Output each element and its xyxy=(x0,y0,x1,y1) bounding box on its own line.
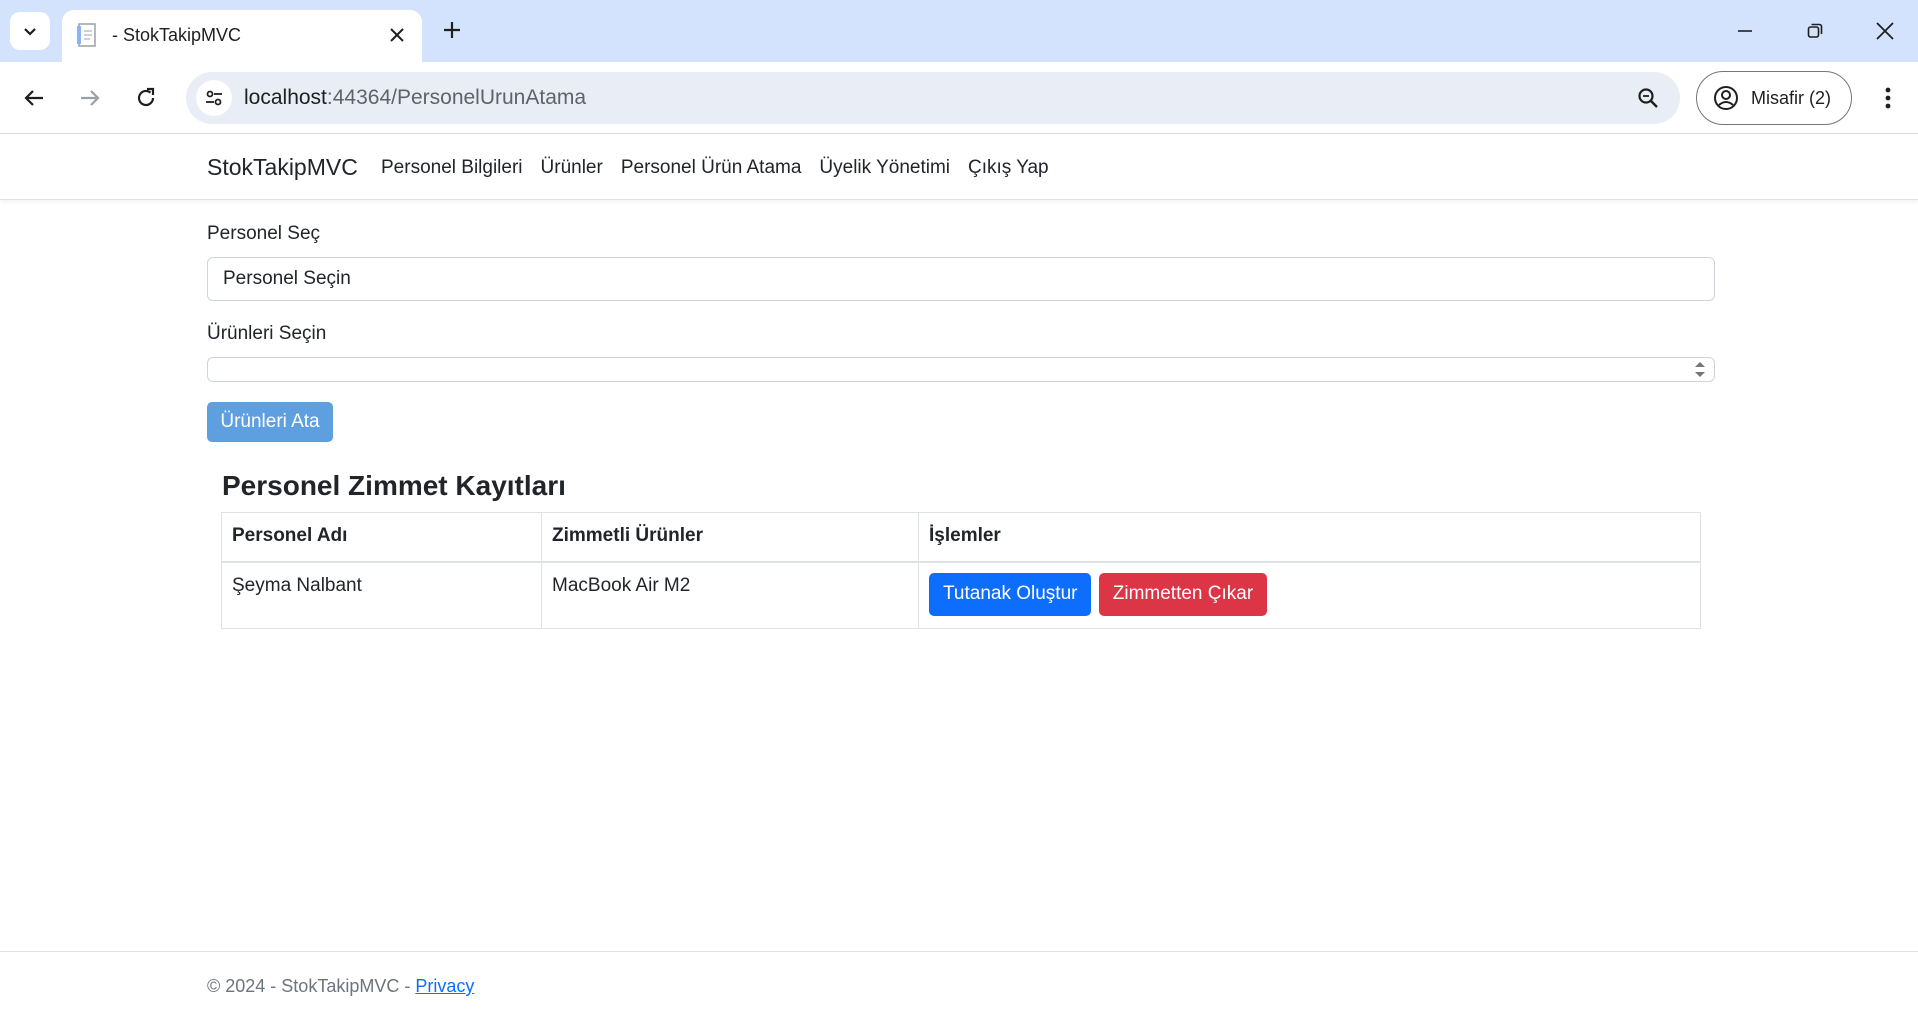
column-header-personel: Personel Adı xyxy=(221,512,542,563)
records-title: Personel Zimmet Kayıtları xyxy=(222,470,566,501)
nav-links: Personel Bilgileri Ürünler Personel Ürün… xyxy=(381,157,1049,179)
page: StokTakipMVC Personel Bilgileri Ürünler … xyxy=(0,135,1918,1012)
tune-icon xyxy=(206,90,222,106)
column-header-urunler: Zimmetli Ürünler xyxy=(541,512,919,563)
reload-icon xyxy=(137,87,155,107)
site-info-button[interactable] xyxy=(196,80,232,116)
url-path: :44364/PersonelUrunAtama xyxy=(326,86,587,109)
assign-products-button[interactable]: Ürünleri Ata xyxy=(207,402,333,442)
personel-select-label: Personel Seç xyxy=(207,223,321,244)
table-row: Şeyma Nalbant MacBook Air M2 Tutanak Olu… xyxy=(221,561,1701,629)
profile-label: Misafir (2) xyxy=(1751,87,1831,108)
column-header-islemler: İşlemler xyxy=(918,512,1701,563)
restore-icon xyxy=(1807,23,1823,38)
browser-toolbar: localhost:44364/PersonelUrunAtama Misafi… xyxy=(0,62,1918,134)
cell-urunler: MacBook Air M2 xyxy=(541,561,919,629)
site-footer: © 2024 - StokTakipMVC - Privacy xyxy=(0,951,1918,1012)
nav-link-uyelik-yonetimi[interactable]: Üyelik Yönetimi xyxy=(819,157,950,179)
close-icon xyxy=(1876,22,1894,40)
urunler-select-label: Ürünleri Seçin xyxy=(207,323,327,344)
footer-copyright: © 2024 - StokTakipMVC - xyxy=(207,976,416,996)
nav-link-personel-urun-atama[interactable]: Personel Ürün Atama xyxy=(621,157,802,179)
restore-button[interactable] xyxy=(1792,12,1838,50)
cell-personel: Şeyma Nalbant xyxy=(221,561,542,629)
address-bar[interactable]: localhost:44364/PersonelUrunAtama xyxy=(186,72,1680,124)
nav-link-urunler[interactable]: Ürünler xyxy=(541,157,603,179)
profile-button[interactable]: Misafir (2) xyxy=(1696,71,1852,125)
tab-close-button[interactable] xyxy=(384,22,410,48)
account-icon xyxy=(1714,86,1738,110)
back-button[interactable] xyxy=(14,78,54,118)
nav-link-cikis-yap[interactable]: Çıkış Yap xyxy=(968,157,1049,179)
zoom-icon xyxy=(1638,88,1658,108)
more-vert-icon xyxy=(1885,87,1891,109)
arrow-left-icon xyxy=(24,90,43,106)
new-tab-button[interactable] xyxy=(436,14,468,46)
url-host: localhost xyxy=(244,86,327,109)
urunler-multiselect[interactable] xyxy=(207,357,1715,382)
url-text: localhost:44364/PersonelUrunAtama xyxy=(244,84,586,112)
browser-tab[interactable]: - StokTakipMVC xyxy=(62,10,422,62)
privacy-link[interactable]: Privacy xyxy=(415,976,474,996)
nav-link-personel-bilgileri[interactable]: Personel Bilgileri xyxy=(381,157,523,179)
reload-button[interactable] xyxy=(126,78,166,118)
forward-button[interactable] xyxy=(70,78,110,118)
create-report-button[interactable]: Tutanak Oluştur xyxy=(929,572,1092,616)
site-navbar: StokTakipMVC Personel Bilgileri Ürünler … xyxy=(0,135,1918,200)
cell-actions: Tutanak Oluştur Zimmetten Çıkar xyxy=(918,561,1701,629)
page-icon xyxy=(77,23,96,47)
table-header-row: Personel Adı Zimmetli Ürünler İşlemler xyxy=(221,512,1701,563)
window-close-button[interactable] xyxy=(1862,12,1908,50)
arrow-right-icon xyxy=(81,90,100,106)
brand-link[interactable]: StokTakipMVC xyxy=(207,154,358,181)
tab-title: - StokTakipMVC xyxy=(112,25,242,45)
minimize-button[interactable] xyxy=(1722,12,1768,50)
chevron-down-icon xyxy=(24,28,36,36)
remove-assignment-button[interactable]: Zimmetten Çıkar xyxy=(1098,572,1268,616)
tab-search-button[interactable] xyxy=(10,12,50,50)
personel-select-value: Personel Seçin xyxy=(223,268,351,289)
plus-icon xyxy=(444,22,460,38)
close-icon xyxy=(390,28,404,42)
footer-text: © 2024 - StokTakipMVC - Privacy xyxy=(207,976,474,997)
spin-arrows-icon xyxy=(1695,362,1705,377)
minimize-icon xyxy=(1738,30,1752,32)
personel-select[interactable]: Personel Seçin xyxy=(207,257,1715,301)
browser-tabstrip: - StokTakipMVC xyxy=(0,0,1918,62)
records-table: Personel Adı Zimmetli Ürünler İşlemler Ş… xyxy=(221,512,1701,629)
zoom-button[interactable] xyxy=(1634,84,1662,112)
browser-menu-button[interactable] xyxy=(1868,78,1908,118)
